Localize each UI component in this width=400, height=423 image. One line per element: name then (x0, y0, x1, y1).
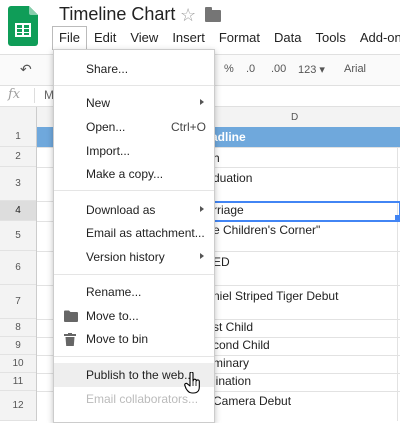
menu-item-label: Version history (86, 250, 165, 264)
star-icon[interactable]: ☆ (180, 5, 196, 26)
decrease-decimal-button[interactable]: .0 (246, 63, 255, 75)
menu-view[interactable]: View (123, 26, 165, 50)
menu-tools[interactable]: Tools (308, 26, 352, 50)
menu-item-label: Make a copy... (86, 167, 164, 181)
row-number[interactable]: 4 (0, 201, 36, 221)
row-number[interactable]: 6 (0, 251, 36, 285)
menu-item-label: New (86, 96, 111, 110)
menu-item-label: Rename... (86, 285, 142, 299)
cell-selection[interactable] (210, 201, 400, 222)
column-header-d[interactable]: D (291, 112, 298, 123)
folder-icon (64, 310, 78, 325)
menu-item-version-history[interactable]: Version history (54, 246, 214, 268)
table-cell[interactable]: duation (213, 171, 252, 185)
row-number[interactable]: 9 (0, 337, 36, 355)
menu-data[interactable]: Data (267, 26, 308, 50)
menu-insert[interactable]: Insert (165, 26, 212, 50)
folder-icon[interactable] (205, 7, 221, 22)
menu-divider (54, 190, 214, 191)
more-formats-label: 123 (298, 64, 317, 76)
fill-handle[interactable] (395, 215, 400, 220)
menu-item-label: Publish to the web... (86, 368, 195, 382)
row-number[interactable]: 12 (0, 391, 36, 421)
grid-column-line (397, 147, 398, 421)
submenu-arrow-icon (200, 206, 204, 212)
font-select[interactable]: Arial (344, 63, 366, 75)
menu-item-import[interactable]: Import... (54, 140, 214, 162)
menu-divider (54, 274, 214, 275)
menu-item-move-to-bin[interactable]: Move to bin (54, 328, 214, 350)
menu-item-download-as[interactable]: Download as (54, 199, 214, 221)
menu-divider (54, 85, 214, 86)
menu-item-move-to[interactable]: Move to... (54, 305, 214, 327)
menu-item-open[interactable]: Open... Ctrl+O (54, 116, 214, 138)
select-all-corner[interactable] (0, 107, 37, 127)
trash-icon (64, 333, 76, 349)
sheets-logo-icon[interactable] (8, 6, 38, 46)
table-cell[interactable]: ED (213, 255, 230, 269)
menu-item-label: Email collaborators... (86, 392, 199, 406)
file-menu-dropdown: Share... New Open... Ctrl+O Import... Ma… (53, 49, 215, 423)
fx-icon: fx (8, 87, 21, 102)
menu-item-label: Email as attachment... (86, 226, 205, 240)
table-cell[interactable]: cond Child (213, 338, 270, 352)
menu-item-rename[interactable]: Rename... (54, 281, 214, 303)
menu-format[interactable]: Format (212, 26, 267, 50)
submenu-arrow-icon (200, 253, 204, 259)
row-number[interactable]: 2 (0, 147, 36, 167)
submenu-arrow-icon (200, 99, 204, 105)
header-cell: adline (211, 130, 246, 144)
table-cell[interactable]: e Children's Corner" (213, 223, 320, 237)
menu-item-label: Share... (86, 62, 129, 76)
table-cell[interactable]: niel Striped Tiger Debut (213, 289, 338, 303)
hand-cursor-icon (184, 371, 202, 394)
row-number[interactable]: 8 (0, 319, 36, 337)
table-cell[interactable]: Camera Debut (213, 394, 291, 408)
row-number[interactable]: 10 (0, 355, 36, 373)
row-number[interactable]: 1 (0, 127, 36, 147)
menu-item-new[interactable]: New (54, 92, 214, 114)
undo-icon[interactable]: ↶ (20, 61, 32, 78)
row-number[interactable]: 5 (0, 221, 36, 251)
increase-decimal-button[interactable]: .00 (271, 63, 286, 75)
menu-item-label: Import... (86, 144, 131, 158)
row-number-column: 1 2 3 4 5 6 7 8 9 10 11 12 (0, 127, 37, 421)
row-number[interactable]: 7 (0, 285, 36, 319)
menu-addons[interactable]: Add-ons (353, 26, 400, 50)
menu-file[interactable]: File (52, 26, 87, 50)
menu-item-label: Download as (86, 203, 156, 217)
more-formats-button[interactable]: 123 ▾ (298, 63, 325, 76)
document-title[interactable]: Timeline Chart (59, 4, 175, 25)
menu-item-label: Move to... (86, 309, 139, 323)
menu-item-share[interactable]: Share... (54, 58, 214, 80)
formula-divider (34, 88, 35, 103)
menu-bar: File Edit View Insert Format Data Tools … (52, 26, 400, 50)
menu-divider (54, 356, 214, 357)
table-cell[interactable]: lination (213, 374, 251, 388)
menu-edit[interactable]: Edit (87, 26, 123, 50)
table-cell[interactable]: minary (213, 356, 249, 370)
table-cell[interactable]: st Child (213, 320, 253, 334)
row-number[interactable]: 3 (0, 167, 36, 201)
shortcut-label: Ctrl+O (170, 120, 206, 134)
menu-item-email-attachment[interactable]: Email as attachment... (54, 222, 214, 244)
menu-item-label: Open... (86, 120, 126, 134)
menu-item-make-copy[interactable]: Make a copy... (54, 163, 214, 185)
menu-item-label: Move to bin (86, 332, 149, 346)
percent-button[interactable]: % (224, 63, 234, 75)
row-number[interactable]: 11 (0, 373, 36, 391)
